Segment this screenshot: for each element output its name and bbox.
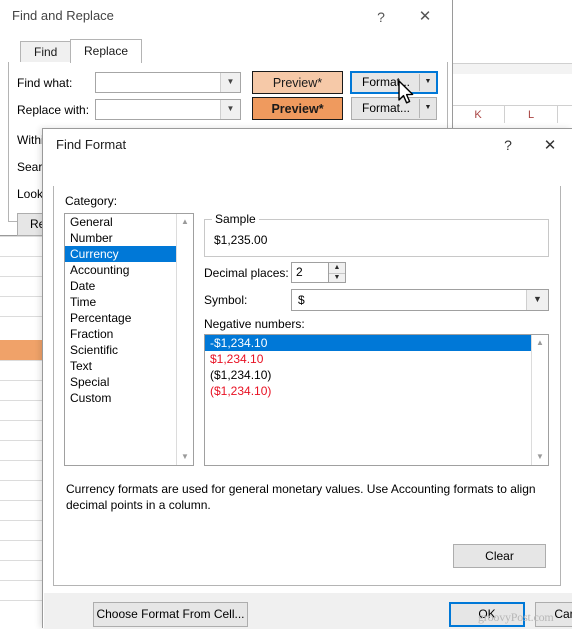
- formula-bar-zone: [452, 64, 572, 74]
- category-listbox[interactable]: General Number Currency Accounting Date …: [64, 213, 194, 466]
- tab-replace-label: Replace: [84, 44, 129, 58]
- column-header-k[interactable]: K: [452, 106, 505, 124]
- negative-number-option-3[interactable]: ($1,234.10): [205, 367, 531, 383]
- symbol-value: $: [298, 293, 305, 307]
- category-item-scientific[interactable]: Scientific: [65, 342, 178, 358]
- find-replace-tabstrip: Find Replace: [8, 39, 448, 63]
- negative-number-option-1[interactable]: -$1,234.10: [205, 335, 531, 351]
- negative-numbers-listbox[interactable]: -$1,234.10 $1,234.10 ($1,234.10) ($1,234…: [204, 334, 549, 466]
- find-what-input[interactable]: ▼: [95, 72, 241, 93]
- decimal-places-label: Decimal places:: [204, 266, 289, 280]
- replace-with-label: Replace with:: [17, 103, 90, 117]
- find-format-titlebar: Find Format ? ✕: [43, 129, 572, 161]
- category-item-general[interactable]: General: [65, 214, 178, 230]
- tab-find[interactable]: Find: [20, 41, 72, 62]
- sample-value: $1,235.00: [214, 233, 268, 247]
- category-item-time[interactable]: Time: [65, 294, 178, 310]
- negative-numbers-scrollbar[interactable]: ▲ ▼: [531, 335, 548, 465]
- format-description: Currency formats are used for general mo…: [66, 482, 536, 512]
- replace-with-input[interactable]: ▼: [95, 99, 241, 120]
- highlighted-cell[interactable]: [0, 340, 42, 360]
- tab-find-label: Find: [34, 45, 58, 59]
- category-item-special[interactable]: Special: [65, 374, 178, 390]
- category-scrollbar[interactable]: ▲ ▼: [176, 214, 193, 465]
- category-item-currency[interactable]: Currency: [65, 246, 178, 262]
- scroll-up-icon[interactable]: ▲: [177, 214, 193, 230]
- negative-number-option-4[interactable]: ($1,234.10): [205, 383, 531, 399]
- chevron-down-icon[interactable]: ▼: [526, 290, 548, 310]
- negative-number-option-2[interactable]: $1,234.10: [205, 351, 531, 367]
- negative-numbers-items: -$1,234.10 $1,234.10 ($1,234.10) ($1,234…: [205, 335, 531, 399]
- close-icon[interactable]: ✕: [410, 6, 440, 28]
- category-item-number[interactable]: Number: [65, 230, 178, 246]
- symbol-label: Symbol:: [204, 293, 248, 307]
- column-header-row: K L: [452, 105, 572, 124]
- find-format-title: Find Format: [56, 137, 127, 152]
- find-what-preview: Preview*: [252, 71, 343, 94]
- stepper-down-icon[interactable]: ▼: [329, 273, 345, 283]
- help-icon[interactable]: ?: [495, 135, 521, 157]
- scroll-down-icon[interactable]: ▼: [177, 449, 193, 465]
- chevron-down-icon[interactable]: ▼: [220, 100, 240, 119]
- replace-with-preview: Preview*: [252, 97, 343, 120]
- chevron-down-icon[interactable]: ▼: [420, 73, 436, 92]
- category-item-text[interactable]: Text: [65, 358, 178, 374]
- category-item-fraction[interactable]: Fraction: [65, 326, 178, 342]
- symbol-select[interactable]: $ ▼: [291, 289, 549, 311]
- ribbon-number-group: ←.0 .00 .00 →.0 ◢ Conditional Formatting: [452, 0, 572, 63]
- decimal-places-stepper[interactable]: ▲ ▼: [329, 262, 346, 283]
- category-item-custom[interactable]: Custom: [65, 390, 178, 406]
- category-item-accounting[interactable]: Accounting: [65, 262, 178, 278]
- find-replace-titlebar: Find and Replace ? ✕: [0, 0, 452, 32]
- replace-with-format-label: Format...: [361, 101, 410, 115]
- category-label: Category:: [65, 194, 118, 208]
- find-what-format-label: Format...: [361, 75, 410, 89]
- watermark: groovyPost.com: [478, 610, 554, 624]
- find-replace-title: Find and Replace: [12, 8, 114, 23]
- column-header-l[interactable]: L: [505, 106, 558, 124]
- decimal-places-input[interactable]: 2: [291, 262, 329, 283]
- category-item-date[interactable]: Date: [65, 278, 178, 294]
- chevron-down-icon[interactable]: ▼: [220, 73, 240, 92]
- scroll-down-icon[interactable]: ▼: [532, 449, 548, 465]
- chevron-down-icon[interactable]: ▼: [420, 98, 436, 119]
- close-icon[interactable]: ✕: [535, 135, 565, 157]
- tab-replace[interactable]: Replace: [70, 39, 143, 63]
- choose-format-from-cell-button[interactable]: Choose Format From Cell...: [93, 602, 248, 627]
- find-what-format-button[interactable]: Format... ▼: [350, 71, 438, 94]
- find-what-label: Find what:: [17, 76, 73, 90]
- negative-numbers-label: Negative numbers:: [204, 317, 305, 331]
- sample-label: Sample: [212, 212, 259, 226]
- replace-with-format-button[interactable]: Format... ▼: [351, 97, 437, 120]
- category-items: General Number Currency Accounting Date …: [65, 214, 178, 406]
- find-format-dialog: Find Format ? ✕ Category: General Number…: [42, 128, 572, 629]
- help-icon[interactable]: ?: [368, 6, 394, 28]
- find-format-tab-panel: Category: General Number Currency Accoun…: [53, 186, 561, 586]
- clear-button[interactable]: Clear: [453, 544, 546, 568]
- scroll-up-icon[interactable]: ▲: [532, 335, 548, 351]
- worksheet-cells-left: [0, 236, 48, 628]
- category-item-percentage[interactable]: Percentage: [65, 310, 178, 326]
